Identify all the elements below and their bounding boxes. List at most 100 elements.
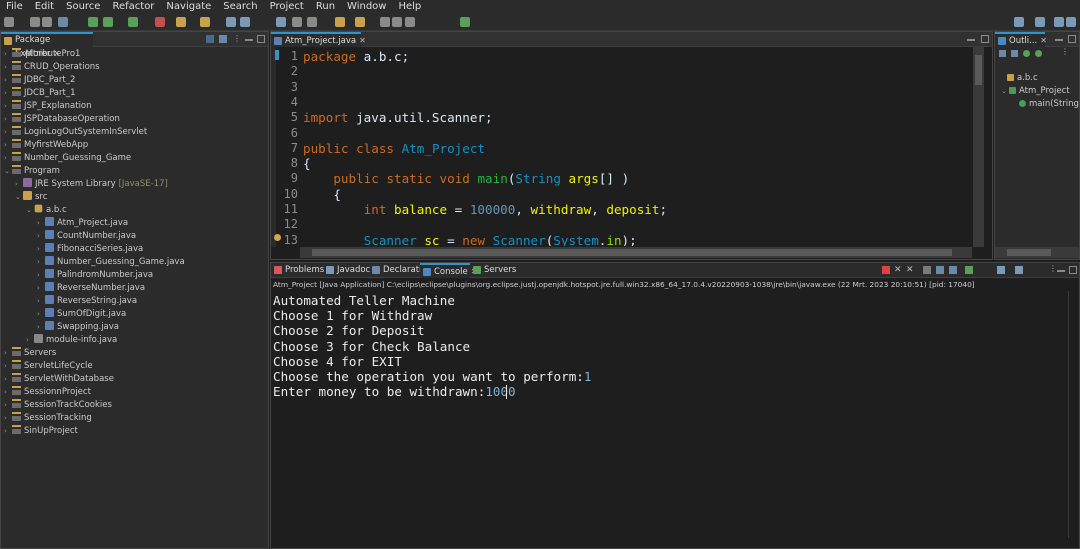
toolbar-button-icon[interactable] bbox=[292, 17, 302, 27]
outline-item[interactable]: a.b.c bbox=[1007, 72, 1038, 85]
tree-item[interactable]: › Servers bbox=[4, 347, 56, 360]
word-wrap-icon[interactable] bbox=[949, 266, 957, 274]
tree-item[interactable]: › SumOfDigit.java bbox=[37, 308, 126, 321]
maximize-icon[interactable] bbox=[1068, 35, 1076, 43]
toolbar-button-icon[interactable] bbox=[307, 17, 317, 27]
toolbar-button-icon[interactable] bbox=[276, 17, 286, 27]
tree-item[interactable]: › PalindromNumber.java bbox=[37, 269, 153, 282]
chevron-right-icon[interactable]: › bbox=[4, 347, 12, 360]
pin-console-icon[interactable] bbox=[965, 266, 973, 274]
toolbar-button-icon[interactable] bbox=[42, 17, 52, 27]
maximize-icon[interactable] bbox=[257, 35, 265, 43]
perspective-icon[interactable] bbox=[1035, 17, 1045, 27]
chevron-right-icon[interactable]: › bbox=[4, 87, 12, 100]
tree-item[interactable]: › SessionTrackCookies bbox=[4, 399, 112, 412]
minimize-icon[interactable] bbox=[967, 39, 975, 41]
display-console-icon[interactable] bbox=[997, 266, 1005, 274]
tree-item[interactable]: › CountNumber.java bbox=[37, 230, 136, 243]
chevron-right-icon[interactable]: › bbox=[4, 61, 12, 74]
menu-item-search[interactable]: Search bbox=[217, 0, 263, 14]
view-menu-icon[interactable]: ⋮ bbox=[233, 35, 241, 43]
chevron-right-icon[interactable]: › bbox=[4, 425, 12, 438]
toolbar-button-icon[interactable] bbox=[460, 17, 470, 27]
toolbar-button-icon[interactable] bbox=[155, 17, 165, 27]
sort-icon[interactable] bbox=[999, 50, 1006, 57]
remove-launch-icon[interactable]: ✕ bbox=[894, 265, 902, 275]
tree-item[interactable]: › ReverseNumber.java bbox=[37, 282, 145, 295]
tree-item[interactable]: ⌄ src bbox=[15, 191, 47, 204]
debug-perspective-icon[interactable] bbox=[1066, 17, 1076, 27]
chevron-down-icon[interactable]: ⌄ bbox=[1001, 85, 1009, 98]
tree-item[interactable]: › CRUD_Operations bbox=[4, 61, 100, 74]
scroll-lock-icon[interactable] bbox=[936, 266, 944, 274]
tree-item[interactable]: › Atm_Project.java bbox=[37, 217, 128, 230]
outline-item[interactable]: main(String bbox=[1019, 98, 1079, 111]
chevron-down-icon[interactable]: ⌄ bbox=[4, 165, 12, 178]
tree-item[interactable]: › AttributePro1 bbox=[4, 48, 80, 61]
toolbar-button-icon[interactable] bbox=[58, 17, 68, 27]
hide-nonpublic-icon[interactable] bbox=[1035, 50, 1042, 57]
tree-item[interactable]: › Number_Guessing_Game.java bbox=[37, 256, 185, 269]
chevron-right-icon[interactable]: › bbox=[4, 386, 12, 399]
tree-item[interactable]: › SessionTracking bbox=[4, 412, 92, 425]
remove-all-icon[interactable]: ✕ bbox=[906, 265, 914, 275]
terminate-icon[interactable] bbox=[882, 266, 890, 274]
hide-fields-icon[interactable] bbox=[1011, 50, 1018, 57]
tree-item[interactable]: › ServletWithDatabase bbox=[4, 373, 114, 386]
tree-item[interactable]: › Swapping.java bbox=[37, 321, 119, 334]
tree-item[interactable]: › JRE System Library [JavaSE-17] bbox=[15, 178, 168, 191]
tree-item[interactable]: › JDBC_Part_2 bbox=[4, 74, 75, 87]
menu-item-run[interactable]: Run bbox=[310, 0, 341, 14]
chevron-right-icon[interactable]: › bbox=[4, 399, 12, 412]
tab-console[interactable]: Console✕ bbox=[420, 263, 477, 278]
chevron-right-icon[interactable]: › bbox=[4, 113, 12, 126]
minimize-icon[interactable] bbox=[1057, 270, 1065, 272]
chevron-right-icon[interactable]: › bbox=[4, 139, 12, 152]
chevron-right-icon[interactable]: › bbox=[37, 321, 45, 334]
toolbar-button-icon[interactable] bbox=[128, 17, 138, 27]
toolbar-button-icon[interactable] bbox=[392, 17, 402, 27]
tree-item[interactable]: › LoginLogOutSystemInServlet bbox=[4, 126, 147, 139]
toolbar-button-icon[interactable] bbox=[405, 17, 415, 27]
tree-item[interactable]: ⌄ a.b.c bbox=[26, 204, 67, 217]
tree-item[interactable]: › JSPDatabaseOperation bbox=[4, 113, 120, 126]
tree-item[interactable]: › ServletLifeCycle bbox=[4, 360, 93, 373]
tab-problems[interactable]: Problems bbox=[271, 263, 324, 278]
tree-item[interactable]: › module-info.java bbox=[26, 334, 117, 347]
chevron-right-icon[interactable]: › bbox=[4, 126, 12, 139]
chevron-right-icon[interactable]: › bbox=[37, 269, 45, 282]
menu-item-source[interactable]: Source bbox=[60, 0, 106, 14]
tab-atm-project-java[interactable]: Atm_Project.java ✕ bbox=[271, 32, 366, 47]
tree-item[interactable]: › SessionnProject bbox=[4, 386, 91, 399]
tree-item[interactable]: › JSP_Explanation bbox=[4, 100, 92, 113]
tab-declaration[interactable]: Declaration bbox=[369, 263, 432, 278]
clear-console-icon[interactable] bbox=[923, 266, 931, 274]
console-output[interactable]: Automated Teller Machine Choose 1 for Wit… bbox=[271, 291, 1067, 539]
chevron-right-icon[interactable]: › bbox=[4, 412, 12, 425]
console-view-menu-icon[interactable]: ⋮ bbox=[1049, 264, 1057, 273]
tab-outline[interactable]: Outli... ✕ bbox=[995, 32, 1047, 47]
tree-item[interactable]: › Number_Guessing_Game bbox=[4, 152, 131, 165]
editor-horizontal-scrollbar[interactable] bbox=[300, 247, 972, 258]
outline-item[interactable]: ⌄ Atm_Project bbox=[1001, 85, 1070, 98]
close-icon[interactable]: ✕ bbox=[1040, 36, 1047, 45]
toolbar-button-icon[interactable] bbox=[103, 17, 113, 27]
minimize-icon[interactable] bbox=[245, 39, 253, 41]
menu-item-refactor[interactable]: Refactor bbox=[106, 0, 160, 14]
toolbar-button-icon[interactable] bbox=[226, 17, 236, 27]
scrollbar-thumb[interactable] bbox=[312, 249, 952, 256]
chevron-right-icon[interactable]: › bbox=[37, 230, 45, 243]
chevron-right-icon[interactable]: › bbox=[4, 74, 12, 87]
collapse-all-icon[interactable] bbox=[206, 35, 214, 43]
chevron-right-icon[interactable]: › bbox=[4, 152, 12, 165]
tree-item[interactable]: › ReverseString.java bbox=[37, 295, 137, 308]
chevron-right-icon[interactable]: › bbox=[37, 308, 45, 321]
chevron-right-icon[interactable]: › bbox=[37, 295, 45, 308]
chevron-down-icon[interactable]: ⌄ bbox=[26, 204, 34, 217]
chevron-right-icon[interactable]: › bbox=[37, 256, 45, 269]
tab-javadoc[interactable]: Javadoc bbox=[323, 263, 370, 278]
console-vertical-scrollbar[interactable] bbox=[1068, 291, 1079, 538]
toolbar-button-icon[interactable] bbox=[240, 17, 250, 27]
chevron-right-icon[interactable]: › bbox=[37, 217, 45, 230]
close-icon[interactable]: ✕ bbox=[359, 36, 366, 45]
